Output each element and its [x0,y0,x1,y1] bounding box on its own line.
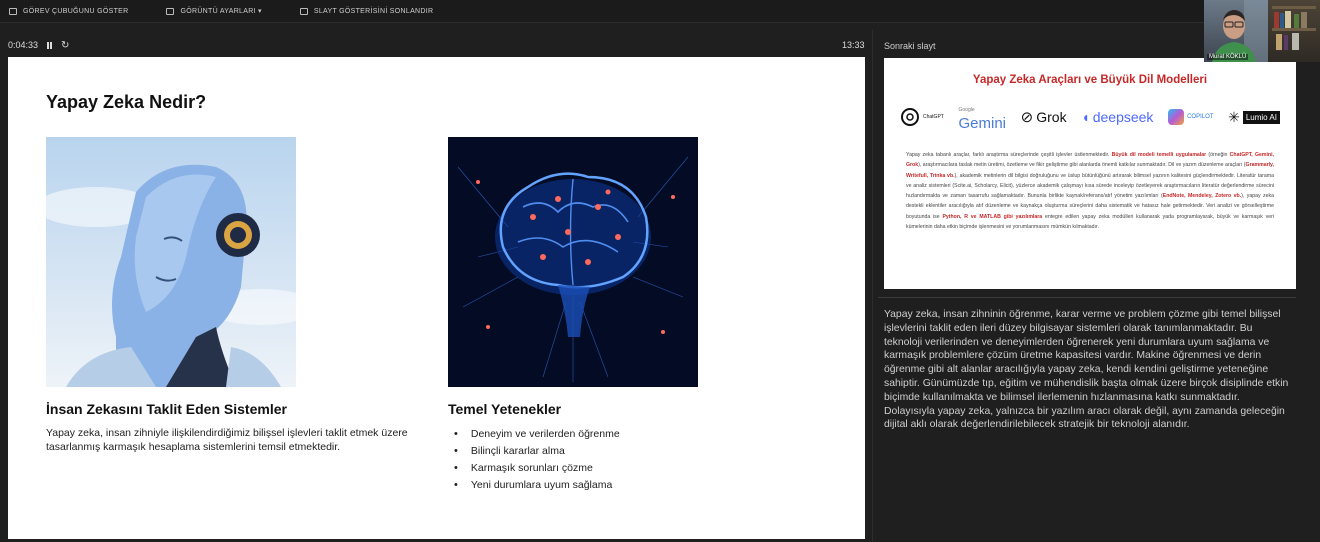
notes-divider [878,297,1296,298]
right-heading: Temel Yetenekler [448,401,562,417]
toolbar-divider [0,22,1320,23]
show-taskbar-button[interactable]: GÖREV ÇUBUĞUNU GÖSTER [0,7,137,15]
lumio-icon: ✳ [1228,108,1240,125]
next-slide-title: Yapay Zeka Araçları ve Büyük Dil Modelle… [972,74,1208,86]
list-item: Yeni durumlara uyum sağlama [454,476,620,493]
copilot-logo: COPILOT [1168,109,1213,125]
left-heading: İnsan Zekasını Taklit Eden Sistemler [46,401,287,417]
deepseek-logo: ◖ deepseek [1081,109,1154,125]
end-slideshow-icon [299,7,308,15]
current-time: 13:33 [842,40,865,50]
display-settings-label: GÖRÜNTÜ AYARLARI ▾ [180,8,262,15]
restart-timer-icon[interactable]: ↻ [61,40,69,50]
glowing-brain-image [448,137,698,387]
next-slide-label: Sonraki slayt [884,41,936,51]
display-settings-button[interactable]: GÖRÜNTÜ AYARLARI ▾ [157,7,270,15]
presenter-camera: Murat KÖKLÜ [1204,0,1268,62]
gemini-logo: Google Gemini [959,103,1007,131]
taskbar-icon [9,7,17,15]
copilot-icon [1168,109,1185,125]
grok-icon: ⊘ [1020,109,1034,126]
end-slideshow-button[interactable]: SLAYT GÖSTERİSİNİ SONLANDIR [291,7,442,15]
timer-controls: 0:04:33 ↻ [8,40,69,50]
chatgpt-logo: ChatGPT [900,107,944,127]
slide-title: Yapay Zeka Nedir? [46,92,207,112]
presenter-toolbar: GÖREV ÇUBUĞUNU GÖSTER GÖRÜNTÜ AYARLARI ▾… [0,0,1320,22]
camera-background [1268,0,1320,62]
openai-icon [901,108,919,126]
end-slideshow-label: SLAYT GÖSTERİSİNİ SONLANDIR [313,7,434,15]
grok-logo: ⊘ Grok [1020,109,1067,126]
list-item: Bilinçli kararlar alma [454,442,620,459]
next-slide-body: Yapay zeka tabanlı araçlar, farklı araşt… [906,152,1274,231]
list-item: Karmaşık sorunları çözme [454,459,620,476]
left-body-text: Yapay zeka, insan zihniyle ilişkilendird… [46,427,408,453]
display-settings-icon [166,7,175,15]
ai-logos-row: ChatGPT Google Gemini ⊘ Grok ◖ deepseek … [900,102,1280,132]
elapsed-timer: 0:04:33 [8,40,39,50]
next-slide-preview[interactable]: Yapay Zeka Araçları ve Büyük Dil Modelle… [884,58,1296,289]
capabilities-list: Deneyim ve verilerden öğrenme Bilinçli k… [454,425,620,493]
panel-divider [872,30,873,542]
pause-icon[interactable] [47,41,53,49]
whale-icon: ◖ [1081,109,1090,125]
show-taskbar-label: GÖREV ÇUBUĞUNU GÖSTER [23,7,129,15]
lumio-logo: ✳ Lumio AI [1228,109,1280,126]
robot-head-image [46,137,296,387]
list-item: Deneyim ve verilerden öğrenme [454,425,620,442]
presenter-name: Murat KÖKLÜ [1207,54,1249,60]
speaker-notes[interactable]: Yapay zeka, insan zihninin öğrenme, kara… [884,308,1289,432]
current-slide[interactable]: Yapay Zeka Nedir? İnsan Zekasını Taklit … [8,57,865,539]
